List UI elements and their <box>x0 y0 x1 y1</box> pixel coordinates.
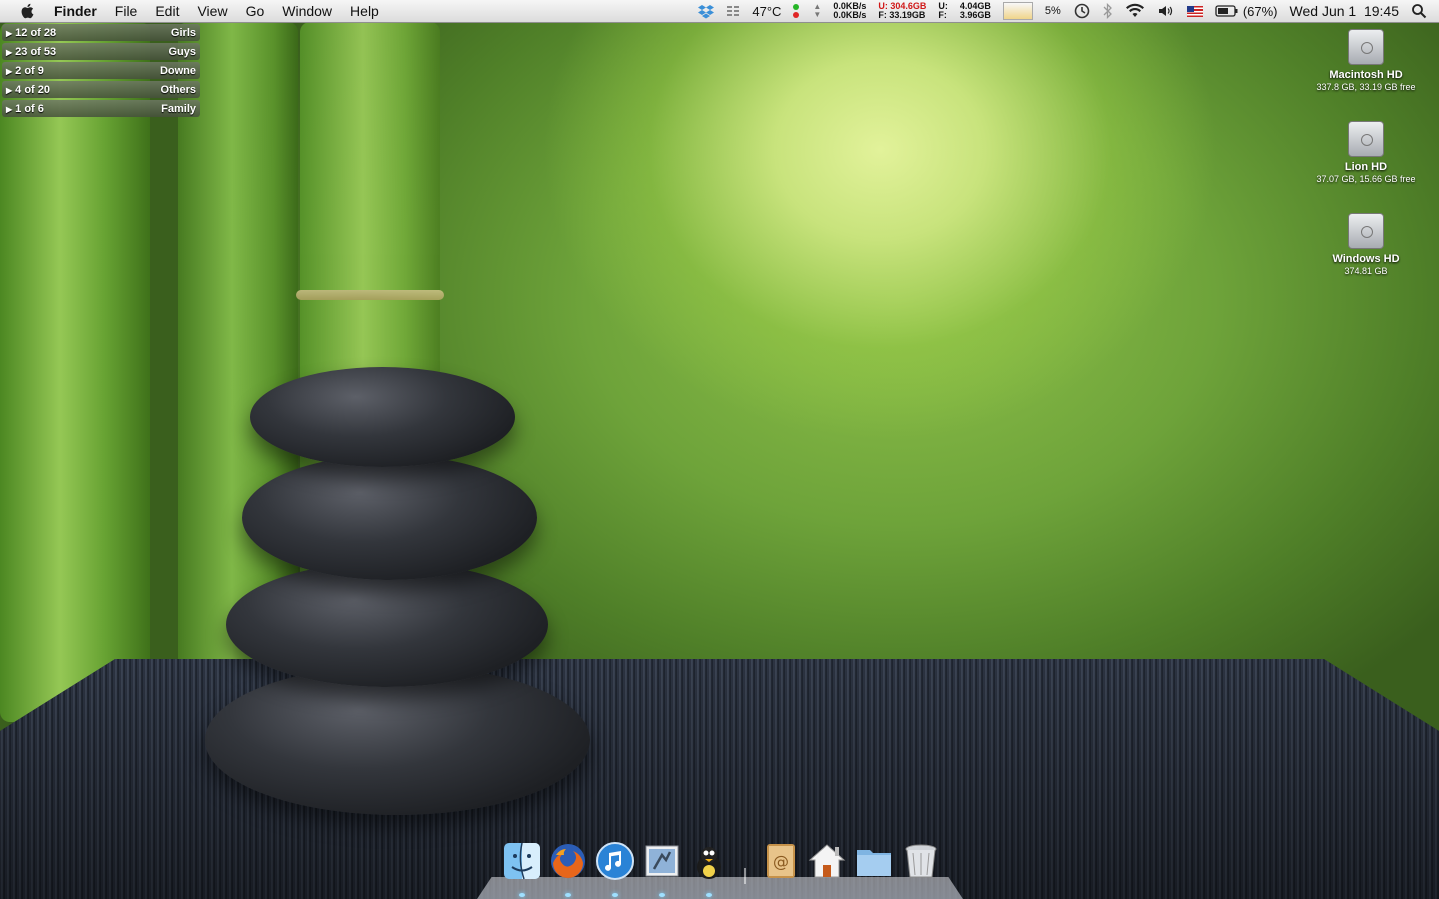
disclosure-triangle-icon[interactable]: ▶ <box>6 105 12 114</box>
running-indicator <box>519 893 525 897</box>
dock-separator <box>744 868 746 884</box>
bluetooth-icon[interactable] <box>1103 3 1113 19</box>
disclosure-triangle-icon[interactable]: ▶ <box>6 48 12 57</box>
disclosure-triangle-icon[interactable]: ▶ <box>6 29 12 38</box>
temperature-readout[interactable]: 47°C <box>752 4 781 19</box>
firefox-icon[interactable] <box>548 841 588 881</box>
menu-file[interactable]: File <box>115 0 138 22</box>
network-speed[interactable]: 0.0KB/s 0.0KB/s <box>833 2 866 20</box>
hard-drive-icon <box>1348 121 1384 157</box>
drive-lion-hd[interactable]: Lion HD 37.07 GB, 15.66 GB free <box>1301 121 1431 185</box>
spotlight-search-icon[interactable] <box>1411 3 1427 19</box>
mail-icon[interactable] <box>642 841 682 881</box>
disclosure-triangle-icon[interactable]: ▶ <box>6 67 12 76</box>
dock: @ <box>477 838 963 899</box>
menu-view[interactable]: View <box>197 0 227 22</box>
address-book-icon[interactable]: @ <box>760 841 800 881</box>
bamboo-stalk <box>0 22 150 722</box>
running-indicator <box>565 893 571 897</box>
stone <box>242 455 537 580</box>
hard-drive-icon <box>1348 213 1384 249</box>
stone <box>205 665 590 815</box>
menu-finder[interactable]: Finder <box>54 0 97 22</box>
memory-labels[interactable]: U: F: <box>938 2 948 20</box>
group-row-guys[interactable]: ▶ 23 of 53 Guys <box>2 43 200 60</box>
running-indicator <box>706 893 712 897</box>
menu-bar: Finder File Edit View Go Window Help 47°… <box>0 0 1439 23</box>
drive-windows-hd[interactable]: Windows HD 374.81 GB <box>1301 213 1431 277</box>
drive-macintosh-hd[interactable]: Macintosh HD 337.8 GB, 33.19 GB free <box>1301 29 1431 93</box>
home-folder-icon[interactable] <box>807 841 847 881</box>
trash-icon[interactable] <box>901 841 941 881</box>
dropbox-icon[interactable] <box>698 3 715 19</box>
volume-icon[interactable] <box>1157 3 1175 19</box>
disk-usage[interactable]: U: 304.6GB F: 33.19GB <box>878 2 926 20</box>
network-lights-icon[interactable] <box>793 4 801 18</box>
finder-icon[interactable] <box>502 841 542 881</box>
itunes-icon[interactable] <box>595 841 635 881</box>
documents-folder-icon[interactable] <box>854 841 894 881</box>
status-menus: 47°C ▲ ▼ 0.0KB/s 0.0KB/s U: 304.6GB F: 33… <box>698 0 1439 22</box>
group-row-family[interactable]: ▶ 1 of 6 Family <box>2 100 200 117</box>
contact-groups-list: ▶ 12 of 28 Girls ▶ 23 of 53 Guys ▶ 2 of 9 D… <box>2 24 200 119</box>
hard-drive-icon <box>1348 29 1384 65</box>
disclosure-triangle-icon[interactable]: ▶ <box>6 86 12 95</box>
disk-free: F: 33.19GB <box>878 10 926 20</box>
time-machine-icon[interactable] <box>1073 2 1091 20</box>
menu-help[interactable]: Help <box>350 0 379 22</box>
wifi-icon[interactable] <box>1125 3 1145 19</box>
group-row-girls[interactable]: ▶ 12 of 28 Girls <box>2 24 200 41</box>
arrows-icon: ▲ ▼ <box>813 2 822 19</box>
battery-percent[interactable]: (67%) <box>1243 4 1278 19</box>
net-up: 0.0KB/s <box>833 10 867 20</box>
svg-text:@: @ <box>773 852 789 871</box>
us-flag-icon[interactable] <box>1186 5 1203 17</box>
running-indicator <box>612 893 618 897</box>
list-icon[interactable] <box>726 4 740 18</box>
memory-usage[interactable]: 4.04GB 3.96GB <box>960 2 991 20</box>
cpu-graph-icon[interactable] <box>1002 2 1033 20</box>
stone <box>250 367 515 467</box>
running-indicator <box>659 893 665 897</box>
clock[interactable]: Wed Jun 1 19:45 <box>1290 3 1399 19</box>
cpu-percent[interactable]: 5% <box>1045 5 1061 17</box>
group-row-others[interactable]: ▶ 4 of 20 Others <box>2 81 200 98</box>
menu-window[interactable]: Window <box>282 0 332 22</box>
apple-menu-icon[interactable] <box>18 1 38 21</box>
menu-go[interactable]: Go <box>246 0 265 22</box>
battery-icon[interactable] <box>1215 4 1239 18</box>
stone <box>226 562 548 687</box>
adium-icon[interactable] <box>689 841 729 881</box>
menu-edit[interactable]: Edit <box>155 0 179 22</box>
group-row-downe[interactable]: ▶ 2 of 9 Downe <box>2 62 200 79</box>
